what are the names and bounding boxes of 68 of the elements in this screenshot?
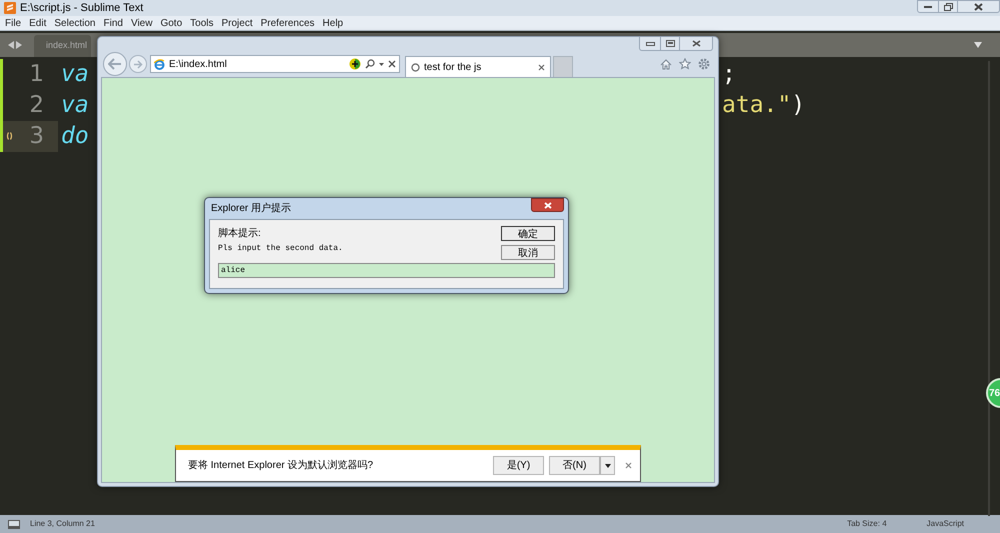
close-icon [974,2,983,10]
previous-tab-button[interactable] [8,41,14,49]
no-button[interactable]: 否(N) [549,456,600,475]
score-badge: 76 [986,378,1000,408]
right-arrow-icon [16,41,22,49]
minimize-icon [924,4,932,8]
menu-item[interactable]: Selection [54,16,96,30]
code-token: ata." [722,91,792,120]
next-tab-button[interactable] [16,41,22,49]
line-number: 1 [29,60,44,90]
close-button[interactable] [531,198,564,212]
prompt-heading: 脚本提示: [218,226,262,241]
panel-icon[interactable] [8,520,20,528]
compatibility-view-icon[interactable] [349,58,361,70]
close-icon[interactable] [625,462,632,469]
menu-item[interactable]: View [130,16,152,30]
maximize-icon [666,40,674,47]
menu-item[interactable]: Preferences [260,16,315,30]
stop-icon[interactable] [388,60,396,68]
browser-tab[interactable]: test for the js [405,56,551,77]
loading-icon [411,62,420,72]
window-title: E:\script.js - Sublime Text [20,0,144,16]
settings-icon[interactable] [698,58,710,70]
menu-item[interactable]: Tools [190,16,214,30]
menu-item[interactable]: Find [104,16,123,30]
menu-item[interactable]: File [5,16,22,30]
line-number: 2 [29,91,44,120]
home-icon[interactable] [660,58,672,70]
ok-button[interactable]: 确定 [501,226,555,241]
dropdown-icon[interactable] [379,62,384,66]
browser-page-icon [154,58,165,70]
left-arrow-icon [8,41,14,49]
menu-item[interactable]: Project [222,16,253,30]
menu-item[interactable]: Help [322,16,344,30]
code-token: ; [722,60,736,90]
notification-message: 要将 Internet Explorer 设为默认浏览器吗? [188,458,374,473]
tab-size-label[interactable]: Tab Size: 4 [847,518,887,530]
menu-item[interactable]: Goto [160,16,182,30]
dialog-title: Explorer 用户提示 [211,202,292,216]
code-token: do [61,122,89,152]
more-options-button[interactable] [600,456,615,475]
address-bar[interactable]: E:\index.html [150,55,400,73]
code-token: va [61,60,89,90]
prompt-input[interactable]: alice [218,263,555,278]
prompt-message: Pls input the second data. [218,243,343,255]
yes-button[interactable]: 是(Y) [493,456,544,475]
cancel-button[interactable]: 取消 [501,245,555,260]
star-icon[interactable] [679,58,691,70]
tab-title: test for the js [424,60,482,74]
line-number: 3 [29,122,44,152]
forward-arrow-icon [133,60,143,68]
restore-icon [944,2,952,10]
minimize-icon [646,42,654,46]
syntax-label[interactable]: JavaScript [926,518,964,530]
close-icon [544,202,552,208]
code-token: va [61,91,89,120]
close-icon [692,40,700,47]
back-arrow-icon [108,58,122,70]
dropdown-icon[interactable] [974,42,982,48]
address-text: E:\index.html [169,58,228,72]
app-logo-icon [4,2,16,14]
caret-icon [604,464,610,468]
menu-item[interactable]: Edit [29,16,46,30]
cursor-position: Line 3, Column 21 [30,518,95,530]
search-icon[interactable] [365,59,375,69]
code-token: ) [791,91,806,120]
bracket-marker-icon [6,132,13,140]
close-tab-icon[interactable] [538,64,545,70]
